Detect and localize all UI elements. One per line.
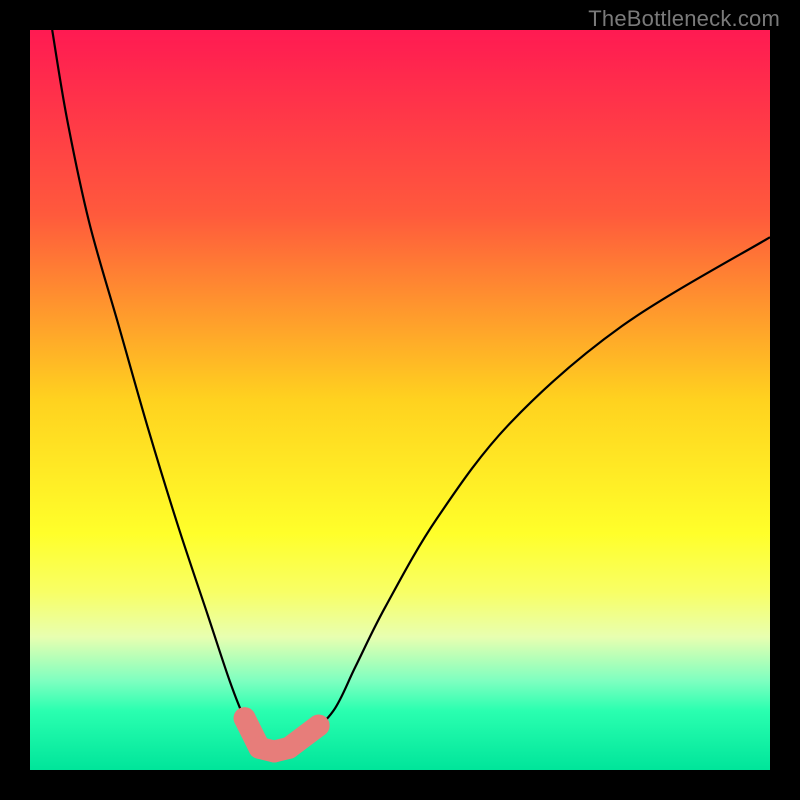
gradient-background (30, 30, 770, 770)
valley-marker-right (308, 715, 330, 737)
chart-frame: TheBottleneck.com (0, 0, 800, 800)
valley-marker-bottom3 (278, 737, 300, 759)
valley-marker-left (234, 707, 256, 729)
watermark-text: TheBottleneck.com (588, 6, 780, 32)
chart-svg (30, 30, 770, 770)
plot-area (30, 30, 770, 770)
